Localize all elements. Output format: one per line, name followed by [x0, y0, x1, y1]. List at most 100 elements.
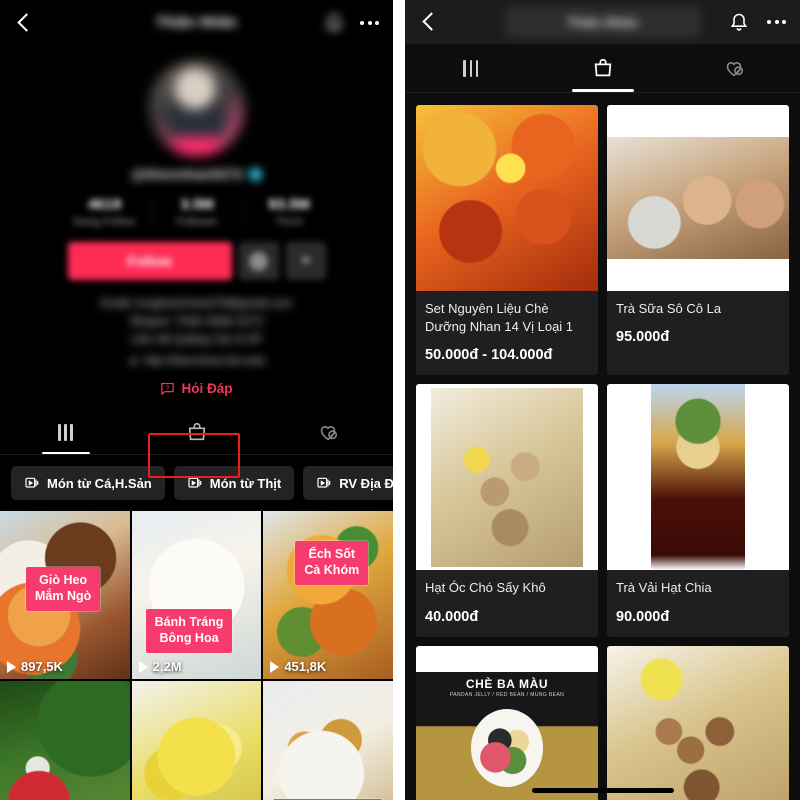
- video-grid: Giò Heo Mắm Ngò 897,5K Bánh Tráng Bông H…: [0, 511, 393, 800]
- video-cell[interactable]: Giò Heo Mắm Ngò 897,5K: [0, 511, 130, 680]
- playlist-icon: [188, 478, 202, 489]
- profile-actions: Follow: [0, 242, 393, 280]
- follow-button[interactable]: Follow: [67, 242, 232, 280]
- verified-badge-icon: [248, 167, 262, 181]
- product-price: 40.000đ: [425, 608, 479, 625]
- product-card[interactable]: Trà Vải Hạt Chia 90.000đ: [607, 384, 789, 637]
- stat-following[interactable]: 4619 Đang Follow: [59, 196, 151, 228]
- stat-label: Thích: [275, 216, 303, 228]
- video-view-count: 451,8K: [284, 659, 327, 675]
- stat-label: Follower: [176, 216, 218, 228]
- tab-videos[interactable]: [405, 44, 537, 92]
- video-views: 2,2M: [138, 659, 182, 675]
- playlist-label: Món từ Cá,H.Sản: [47, 475, 152, 491]
- more-actions-button[interactable]: [285, 242, 326, 280]
- video-cell[interactable]: [131, 681, 262, 800]
- back-chevron-icon[interactable]: [419, 11, 441, 33]
- product-card[interactable]: Hạt Óc Chó Sấy Khô 40.000đ: [416, 384, 598, 637]
- product-info: Trà Sữa Sô Cô La 95.000đ: [607, 291, 789, 357]
- playlist-icon: [25, 478, 39, 489]
- bio-line-3: Liên Hệ Quảng Cáo & SP: [130, 333, 263, 346]
- product-card[interactable]: Set Nguyên Liệu Chè Dưỡng Nhan 14 Vị Loạ…: [416, 105, 598, 376]
- qa-bubble-icon: ?: [161, 383, 175, 396]
- video-views: 897,5K: [7, 659, 63, 674]
- heart-slash-icon: [320, 426, 337, 441]
- playlist-icon: [317, 478, 331, 489]
- video-views: 451,8K: [270, 659, 326, 674]
- shopping-bag-icon: [188, 423, 205, 441]
- product-image: [416, 384, 598, 571]
- product-info: Set Nguyên Liệu Chè Dưỡng Nhan 14 Vị Loạ…: [416, 291, 598, 375]
- video-cell[interactable]: Bánh Tráng Bông Hoa 2,2M: [131, 511, 262, 680]
- more-options-icon[interactable]: [767, 20, 786, 24]
- bell-icon[interactable]: [729, 12, 749, 32]
- grid-videos-icon: [58, 423, 73, 441]
- stat-likes[interactable]: 93.5M Thích: [242, 196, 335, 228]
- bell-icon[interactable]: [324, 13, 344, 33]
- heart-slash-icon: [726, 62, 744, 77]
- bio-link-row[interactable]: http://thiennhanv.bio.asia: [26, 355, 367, 367]
- stat-followers[interactable]: 3.5M Follower: [150, 196, 243, 228]
- product-name: Set Nguyên Liệu Chè Dưỡng Nhan 14 Vị Loạ…: [425, 301, 574, 335]
- stat-value: 4619: [87, 196, 122, 213]
- playlist-label: RV Địa Điể: [339, 475, 393, 491]
- video-view-count: 897,5K: [21, 659, 63, 675]
- video-thumbnail: [131, 511, 262, 680]
- message-button[interactable]: [238, 242, 279, 280]
- tab-shop[interactable]: [537, 44, 669, 92]
- product-info: Hạt Óc Chó Sấy Khô 40.000đ: [416, 570, 598, 636]
- product-grid: Set Nguyên Liệu Chè Dưỡng Nhan 14 Vị Loạ…: [405, 93, 800, 800]
- play-icon: [270, 660, 280, 673]
- left-header: Thiện Nhân: [0, 0, 393, 46]
- video-thumbnail: [0, 681, 130, 800]
- product-name: Hạt Óc Chó Sấy Khô: [425, 580, 546, 596]
- right-header: Thiện Nhân: [405, 0, 800, 44]
- product-image: [607, 384, 789, 571]
- product-image-title: CHÈ BA MÀU: [465, 677, 549, 692]
- product-image-subtitle: PANDAN JELLY / RED BEAN / MUNG BEAN: [449, 692, 565, 699]
- right-profile-tabs: [405, 44, 800, 93]
- product-info: Trà Vải Hạt Chia 90.000đ: [607, 570, 789, 636]
- video-cell[interactable]: Bánh Bột Báng: [263, 681, 393, 800]
- tab-videos[interactable]: [0, 410, 131, 454]
- tab-liked-private[interactable]: [262, 410, 393, 454]
- video-sticker-label: Ếch Sốt Cà Khóm: [295, 541, 369, 585]
- screenshot-root: Thiện Nhân @thiennhan5272 4619 Đang Foll…: [0, 0, 800, 800]
- username: @thiennhan5272: [131, 166, 243, 182]
- product-price: 95.000đ: [616, 329, 670, 346]
- product-image: [416, 105, 598, 291]
- product-name: Trà Vải Hạt Chia: [616, 580, 712, 596]
- product-card[interactable]: [607, 645, 789, 800]
- left-phone-panel: Thiện Nhân @thiennhan5272 4619 Đang Foll…: [0, 0, 393, 800]
- product-card[interactable]: CHÈ BA MÀU PANDAN JELLY / RED BEAN / MUN…: [416, 645, 598, 800]
- video-sticker-label: Bánh Tráng Bông Hoa: [145, 609, 233, 653]
- playlist-chip[interactable]: RV Địa Điể: [303, 466, 393, 501]
- video-cell[interactable]: Ếch Sốt Cà Khóm 451,8K: [263, 511, 393, 680]
- video-thumbnail: [263, 511, 393, 680]
- left-profile-tabs: [0, 410, 393, 456]
- play-icon: [138, 660, 148, 673]
- video-sticker-label: Giò Heo Mắm Ngò: [26, 567, 101, 611]
- product-card[interactable]: Trà Sữa Sô Cô La 95.000đ: [607, 105, 789, 376]
- stat-value: 93.5M: [268, 196, 310, 213]
- product-image: CHÈ BA MÀU PANDAN JELLY / RED BEAN / MUN…: [416, 645, 598, 800]
- link-icon: [129, 357, 138, 365]
- grid-videos-icon: [463, 59, 479, 77]
- video-cell[interactable]: [0, 681, 130, 800]
- playlist-chip[interactable]: Món từ Thịt: [173, 466, 295, 501]
- bio-line-1: Email: tonghanhchan579@gmail.com: [100, 298, 293, 310]
- avatar[interactable]: [148, 60, 245, 156]
- message-icon: [249, 251, 268, 271]
- tab-liked-private[interactable]: [668, 44, 800, 92]
- video-view-count: 2,2M: [152, 659, 182, 675]
- chevron-down-icon: [300, 258, 311, 264]
- bio-link: http://thiennhanv.bio.asia: [143, 355, 266, 368]
- video-thumbnail: [131, 681, 262, 800]
- product-name: Trà Sữa Sô Cô La: [616, 301, 722, 316]
- product-price: 50.000đ - 104.000đ: [425, 347, 553, 364]
- product-image: [607, 105, 789, 291]
- playlist-chip[interactable]: Món từ Cá,H.Sản: [11, 466, 165, 501]
- qa-link[interactable]: ? Hỏi Đáp: [0, 381, 393, 396]
- tab-shop[interactable]: [131, 410, 262, 454]
- avatar-container: [0, 60, 393, 156]
